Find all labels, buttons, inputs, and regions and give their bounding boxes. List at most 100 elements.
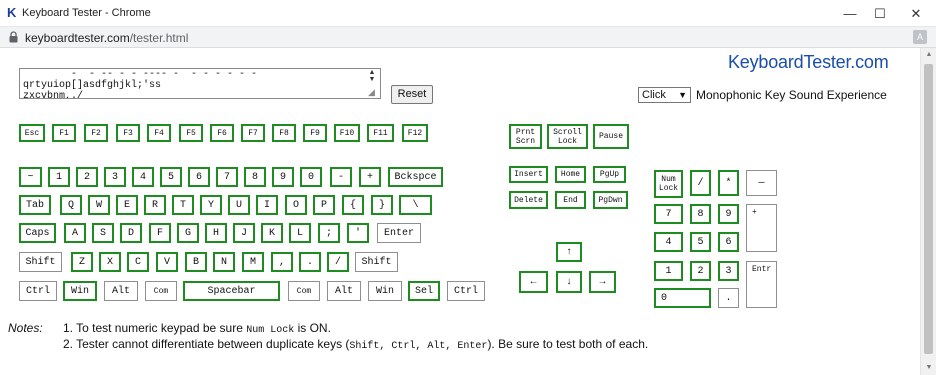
arrow-down-key[interactable]: ↓ [556,271,582,293]
key-4[interactable]: 4 [132,167,154,187]
key-i[interactable]: I [256,195,278,215]
key-scroll-lock[interactable]: Scroll Lock [547,124,588,149]
key-r[interactable]: R [144,195,166,215]
site-brand[interactable]: KeyboardTester.com [728,52,889,73]
key-quote[interactable]: ' [347,223,369,243]
key-f1[interactable]: F1 [52,124,76,142]
key-c[interactable]: C [127,252,149,272]
key-period[interactable]: . [299,252,321,272]
key-l[interactable]: L [289,223,311,243]
key-f8[interactable]: F8 [272,124,296,142]
key-8[interactable]: 8 [244,167,266,187]
key-f7[interactable]: F7 [241,124,265,142]
key-f4[interactable]: F4 [147,124,171,142]
key-right-brace[interactable]: } [371,195,393,215]
key-b[interactable]: B [185,252,207,272]
key-p[interactable]: P [313,195,335,215]
key-left-com[interactable]: Com [145,281,177,301]
key-numpad-1[interactable]: 1 [654,261,683,281]
key-f12[interactable]: F12 [402,124,428,142]
key-f10[interactable]: F10 [334,124,360,142]
key-numpad-5[interactable]: 5 [690,232,711,252]
key-numpad-6[interactable]: 6 [718,232,739,252]
url-text[interactable]: keyboardtester.com/tester.html [25,31,188,45]
resize-grip-icon[interactable]: ◢ [368,87,378,97]
translate-icon[interactable]: A [913,30,927,44]
scroll-down-icon[interactable]: ▼ [921,361,936,375]
key-s[interactable]: S [92,223,114,243]
key-plus[interactable]: + [359,167,381,187]
close-button[interactable]: ✕ [898,0,934,27]
key-2[interactable]: 2 [76,167,98,187]
scrollbar-thumb[interactable] [924,64,933,354]
key-f2[interactable]: F2 [84,124,108,142]
key-z[interactable]: Z [71,252,93,272]
key-v[interactable]: V [156,252,178,272]
key-f[interactable]: F [149,223,171,243]
key-f5[interactable]: F5 [179,124,203,142]
address-bar[interactable]: keyboardtester.com/tester.html A [0,27,936,48]
typed-text-area[interactable]: - - -- - - ---- - - - - - - - qrtyuiop[]… [19,68,381,99]
key-right-ctrl[interactable]: Ctrl [447,281,485,301]
key-right-shift[interactable]: Shift [355,252,398,272]
key-y[interactable]: Y [200,195,222,215]
key-f3[interactable]: F3 [116,124,140,142]
textarea-scroll-arrows-icon[interactable]: ▲ ▼ [366,69,378,83]
key-select[interactable]: Sel [408,281,440,301]
key-right-win[interactable]: Win [368,281,402,301]
key-slash[interactable]: / [327,252,349,272]
key-m[interactable]: M [242,252,264,272]
key-left-shift[interactable]: Shift [19,252,62,272]
key-tab[interactable]: Tab [19,195,51,215]
key-f11[interactable]: F11 [367,124,394,142]
key-u[interactable]: U [228,195,250,215]
reset-button[interactable]: Reset [391,85,433,104]
key-6[interactable]: 6 [188,167,210,187]
key-right-alt[interactable]: Alt [327,281,361,301]
sound-mode-select[interactable]: Click ▼ [638,87,691,103]
key-numpad-8[interactable]: 8 [690,204,711,224]
vertical-scrollbar[interactable]: ▲ ▼ [920,48,936,375]
key-q[interactable]: Q [60,195,82,215]
maximize-button[interactable]: ☐ [862,0,898,27]
key-x[interactable]: X [99,252,121,272]
key-numpad-3[interactable]: 3 [718,261,739,281]
key-e[interactable]: E [116,195,138,215]
key-insert[interactable]: Insert [509,166,548,183]
key-enter[interactable]: Enter [377,223,421,243]
key-page-down[interactable]: PgDwn [593,191,628,209]
arrow-right-key[interactable]: → [589,271,616,293]
key-f9[interactable]: F9 [303,124,327,142]
key-right-com[interactable]: Com [288,281,320,301]
key-f6[interactable]: F6 [210,124,234,142]
key-semicolon[interactable]: ; [318,223,340,243]
arrow-left-key[interactable]: ← [519,271,548,293]
key-tilde[interactable]: ~ [19,167,42,187]
key-j[interactable]: J [233,223,255,243]
key-9[interactable]: 9 [272,167,294,187]
key-backslash[interactable]: \ [399,195,432,215]
key-left-alt[interactable]: Alt [104,281,138,301]
key-left-ctrl[interactable]: Ctrl [19,281,57,301]
key-spacebar[interactable]: Spacebar [183,281,280,301]
key-comma[interactable]: , [271,252,293,272]
key-esc[interactable]: Esc [19,124,45,142]
key-3[interactable]: 3 [104,167,126,187]
key-h[interactable]: H [205,223,227,243]
key-d[interactable]: D [120,223,142,243]
key-left-brace[interactable]: { [342,195,364,215]
key-caps-lock[interactable]: Caps [19,223,56,243]
key-numpad-divide[interactable]: / [690,170,711,196]
key-numpad-0[interactable]: 0 [654,288,711,308]
key-end[interactable]: End [555,191,586,209]
key-5[interactable]: 5 [160,167,182,187]
key-w[interactable]: W [88,195,110,215]
key-left-win[interactable]: Win [63,281,97,301]
key-g[interactable]: G [177,223,199,243]
key-1[interactable]: 1 [48,167,70,187]
scroll-up-icon[interactable]: ▲ [921,48,936,62]
key-numpad-4[interactable]: 4 [654,232,683,252]
key-numpad-plus[interactable]: + [746,204,777,252]
key-backspace[interactable]: Bckspce [388,167,443,187]
key-page-up[interactable]: PgUp [593,166,626,183]
